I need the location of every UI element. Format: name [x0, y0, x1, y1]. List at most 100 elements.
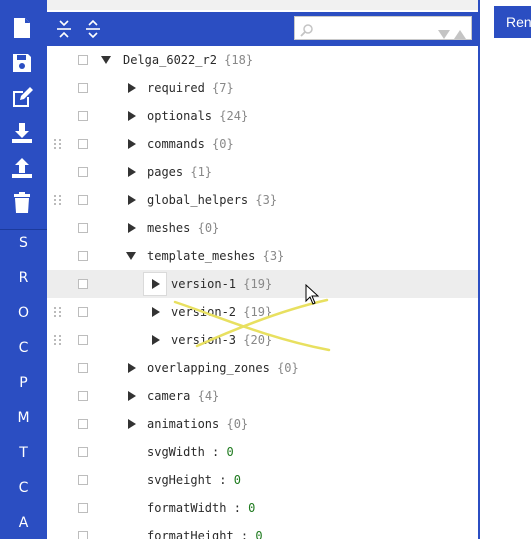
rename-button[interactable]: Ren — [494, 6, 531, 38]
download-icon[interactable] — [10, 122, 34, 144]
sidebar-letter-r[interactable]: R — [0, 268, 47, 288]
row-checkbox[interactable] — [78, 531, 88, 539]
tree-node-label: animations — [147, 417, 220, 431]
row-checkbox[interactable] — [78, 111, 88, 121]
collapsed-arrow-icon[interactable] — [151, 279, 161, 289]
top-strip — [47, 0, 480, 10]
tree-node-value[interactable]: 0 — [255, 529, 262, 539]
tree-row-format-height[interactable]: formatHeight : 0 — [47, 522, 478, 539]
tree-node-count: {0} — [197, 221, 220, 235]
collapsed-arrow-icon[interactable] — [127, 167, 137, 177]
row-checkbox[interactable] — [78, 195, 88, 205]
tree-row-svg-height[interactable]: svgHeight : 0 — [47, 466, 478, 494]
tree-row-pages[interactable]: pages {1} — [47, 158, 478, 186]
row-checkbox[interactable] — [78, 503, 88, 513]
tree-node-value[interactable]: 0 — [226, 445, 233, 459]
row-checkbox[interactable] — [78, 55, 88, 65]
tree-row-format-width[interactable]: formatWidth : 0 — [47, 494, 478, 522]
tree-row-camera[interactable]: camera {4} — [47, 382, 478, 410]
tree-node-count: {7} — [212, 81, 234, 95]
tree-node-label: svgHeight — [147, 473, 213, 487]
value-separator: : — [212, 473, 234, 487]
tree-row-root[interactable]: Delga_6022_r2 {18} — [47, 46, 478, 74]
upload-icon[interactable] — [10, 157, 34, 179]
search-icon — [300, 22, 313, 41]
tree-node-count: {19} — [243, 277, 273, 291]
row-checkbox[interactable] — [78, 83, 88, 93]
collapsed-arrow-icon[interactable] — [151, 335, 161, 345]
row-checkbox[interactable] — [78, 307, 88, 317]
collapsed-arrow-icon[interactable] — [151, 307, 161, 317]
expanded-arrow-icon[interactable] — [126, 251, 136, 261]
collapsed-arrow-icon[interactable] — [127, 195, 137, 205]
tree-row-animations[interactable]: animations {0} — [47, 410, 478, 438]
save-icon[interactable] — [10, 52, 34, 74]
drag-handle-icon[interactable] — [54, 307, 62, 318]
trash-icon[interactable] — [10, 192, 34, 214]
collapsed-arrow-icon[interactable] — [127, 111, 137, 121]
row-checkbox[interactable] — [78, 335, 88, 345]
sidebar-letter-c-2[interactable]: C — [0, 478, 47, 498]
tree-node-value[interactable]: 0 — [248, 501, 255, 515]
tree-node-label: overlapping_zones — [147, 361, 270, 375]
collapsed-arrow-icon[interactable] — [127, 419, 137, 429]
row-checkbox[interactable] — [78, 167, 88, 177]
row-checkbox[interactable] — [78, 363, 88, 373]
value-separator: : — [226, 501, 249, 515]
tree-node-count: {0} — [226, 417, 249, 431]
collapse-all-icon[interactable] — [54, 19, 74, 39]
edit-icon[interactable] — [10, 87, 34, 109]
collapsed-arrow-icon[interactable] — [127, 391, 137, 401]
sidebar-letter-c[interactable]: C — [0, 338, 47, 358]
tree-node-count: {24} — [219, 109, 249, 123]
drag-handle-icon[interactable] — [54, 195, 62, 206]
new-file-icon[interactable] — [10, 17, 34, 39]
row-checkbox[interactable] — [78, 475, 88, 485]
left-toolbar: S R O C P M T C A — [0, 0, 47, 539]
tree-row-template-meshes[interactable]: template_meshes {3} — [47, 242, 478, 270]
collapsed-arrow-icon[interactable] — [127, 363, 137, 373]
row-checkbox[interactable] — [78, 447, 88, 457]
row-checkbox[interactable] — [78, 391, 88, 401]
expand-all-icon[interactable] — [83, 19, 103, 39]
tree-node-label: version-1 — [171, 277, 237, 291]
sidebar-letter-a[interactable]: A — [0, 513, 47, 533]
expanded-arrow-icon[interactable] — [101, 55, 111, 65]
drag-handle-icon[interactable] — [54, 139, 62, 150]
row-checkbox[interactable] — [78, 223, 88, 233]
tree-row-commands[interactable]: commands {0} — [47, 130, 478, 158]
tree-node-label: camera — [147, 389, 191, 403]
tree-row-overlapping-zones[interactable]: overlapping_zones {0} — [47, 354, 478, 382]
row-checkbox[interactable] — [78, 419, 88, 429]
tree-node-label: formatHeight — [147, 529, 234, 539]
collapsed-arrow-icon[interactable] — [127, 139, 137, 149]
tree-node-label: optionals — [147, 109, 213, 123]
search-input[interactable] — [317, 19, 431, 39]
tree-node-value[interactable]: 0 — [234, 473, 241, 487]
tree-row-optionals[interactable]: optionals {24} — [47, 102, 478, 130]
sidebar-letter-o[interactable]: O — [0, 303, 47, 323]
tree-row-global-helpers[interactable]: global_helpers {3} — [47, 186, 478, 214]
sidebar-letter-p[interactable]: P — [0, 373, 47, 393]
tree-row-meshes[interactable]: meshes {0} — [47, 214, 478, 242]
tree-node-count: {0} — [277, 361, 299, 375]
row-checkbox[interactable] — [78, 139, 88, 149]
search-box — [294, 16, 472, 40]
tree-node-label: global_helpers — [147, 193, 249, 207]
sidebar-letter-m[interactable]: M — [0, 408, 47, 428]
collapsed-arrow-icon[interactable] — [127, 223, 137, 233]
tree-node-label: meshes — [147, 221, 191, 235]
tree-node-label: commands — [147, 137, 205, 151]
tree-row-required[interactable]: required {7} — [47, 74, 478, 102]
tree-node-label: Delga_6022_r2 — [123, 53, 217, 67]
tree-row-svg-width[interactable]: svgWidth : 0 — [47, 438, 478, 466]
collapsed-arrow-icon[interactable] — [127, 83, 137, 93]
sidebar-letter-s[interactable]: S — [0, 233, 47, 253]
drag-handle-icon[interactable] — [54, 335, 62, 346]
row-checkbox[interactable] — [78, 279, 88, 289]
search-next-icon[interactable] — [438, 24, 450, 43]
row-checkbox[interactable] — [78, 251, 88, 261]
sidebar-letter-t[interactable]: T — [0, 443, 47, 463]
sidebar-separator — [0, 229, 47, 230]
search-previous-icon[interactable] — [454, 24, 466, 43]
